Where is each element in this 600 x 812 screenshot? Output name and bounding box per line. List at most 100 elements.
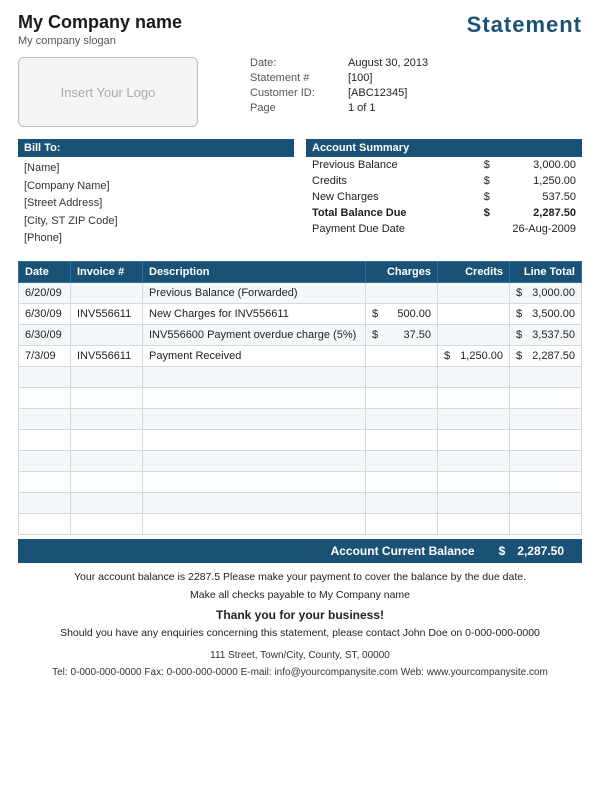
table-cell — [438, 492, 510, 513]
table-cell: $2,287.50 — [510, 345, 582, 366]
statement-title: Statement — [467, 12, 582, 38]
footer-balance-dollar: $ — [499, 544, 506, 558]
table-cell — [366, 513, 438, 534]
table-cell: 6/20/09 — [19, 282, 71, 303]
table-cell — [438, 303, 510, 324]
table-row — [19, 366, 582, 387]
summary-prev-label: Previous Balance — [306, 157, 467, 173]
table-cell: 6/30/09 — [19, 303, 71, 324]
account-summary-section: Account Summary Previous Balance $ 3,000… — [306, 139, 582, 251]
table-cell — [366, 282, 438, 303]
page-value: 1 of 1 — [348, 102, 376, 114]
table-cell: INV556600 Payment overdue charge (5%) — [143, 324, 366, 345]
summary-total-amount: 2,287.50 — [496, 205, 582, 221]
page-label: Page — [250, 102, 340, 114]
table-cell — [19, 513, 71, 534]
table-cell — [366, 408, 438, 429]
col-date: Date — [19, 261, 71, 282]
company-slogan: My company slogan — [18, 35, 182, 47]
col-charges: Charges — [366, 261, 438, 282]
summary-row-total: Total Balance Due $ 2,287.50 — [306, 205, 582, 221]
table-cell — [71, 471, 143, 492]
table-cell — [510, 471, 582, 492]
summary-prev-dollar: $ — [467, 157, 495, 173]
table-cell — [143, 513, 366, 534]
summary-row-prev-balance: Previous Balance $ 3,000.00 — [306, 157, 582, 173]
table-row — [19, 408, 582, 429]
table-cell — [143, 471, 366, 492]
table-cell — [366, 471, 438, 492]
summary-credits-label: Credits — [306, 173, 467, 189]
table-cell — [71, 282, 143, 303]
footer-balance-amount: 2,287.50 — [517, 544, 564, 558]
summary-due-date-value: 26-Aug-2009 — [467, 221, 582, 237]
col-credits: Credits — [438, 261, 510, 282]
account-summary-table: Previous Balance $ 3,000.00 Credits $ 1,… — [306, 157, 582, 237]
summary-new-charges-dollar: $ — [467, 189, 495, 205]
statement-number-value: [100] — [348, 72, 372, 84]
table-cell: New Charges for INV556611 — [143, 303, 366, 324]
table-row: 6/30/09INV556611New Charges for INV55661… — [19, 303, 582, 324]
table-cell: $37.50 — [366, 324, 438, 345]
table-cell — [143, 366, 366, 387]
table-row — [19, 513, 582, 534]
company-name: My Company name — [18, 12, 182, 33]
summary-new-charges-label: New Charges — [306, 189, 467, 205]
table-cell — [19, 387, 71, 408]
table-row: 6/30/09 INV556600 Payment overdue charge … — [19, 324, 582, 345]
table-cell — [19, 471, 71, 492]
bill-to-phone: [Phone] — [24, 230, 288, 248]
table-cell — [19, 408, 71, 429]
date-value: August 30, 2013 — [348, 57, 428, 69]
table-cell — [510, 492, 582, 513]
footer-message2: Make all checks payable to My Company na… — [18, 587, 582, 605]
table-cell: $3,537.50 — [510, 324, 582, 345]
summary-prev-amount: 3,000.00 — [496, 157, 582, 173]
footer-enquiries: Should you have any enquiries concerning… — [18, 625, 582, 643]
table-cell — [366, 492, 438, 513]
table-cell: INV556611 — [71, 303, 143, 324]
table-cell: INV556611 — [71, 345, 143, 366]
table-cell: Previous Balance (Forwarded) — [143, 282, 366, 303]
table-cell — [143, 408, 366, 429]
table-cell: $3,000.00 — [510, 282, 582, 303]
summary-row-due-date: Payment Due Date 26-Aug-2009 — [306, 221, 582, 237]
footer-contact-details: Tel: 0-000-000-0000 Fax: 0-000-000-0000 … — [18, 664, 582, 681]
table-cell — [143, 429, 366, 450]
table-cell — [438, 513, 510, 534]
table-cell — [438, 429, 510, 450]
summary-credits-dollar: $ — [467, 173, 495, 189]
table-cell — [510, 408, 582, 429]
table-row: 7/3/09INV556611Payment Received$1,250.00… — [19, 345, 582, 366]
table-cell — [438, 366, 510, 387]
invoice-table: Date Invoice # Description Charges Credi… — [18, 261, 582, 535]
bill-to-address: [Street Address] — [24, 195, 288, 213]
table-cell — [366, 366, 438, 387]
col-line-total: Line Total — [510, 261, 582, 282]
table-cell — [143, 492, 366, 513]
table-cell: 6/30/09 — [19, 324, 71, 345]
table-cell — [438, 471, 510, 492]
table-cell: $1,250.00 — [438, 345, 510, 366]
table-cell — [19, 492, 71, 513]
footer-contact: 111 Street, Town/City, County, ST, 00000… — [0, 645, 600, 683]
summary-new-charges-amount: 537.50 — [496, 189, 582, 205]
table-row — [19, 429, 582, 450]
table-cell — [510, 366, 582, 387]
summary-row-new-charges: New Charges $ 537.50 — [306, 189, 582, 205]
summary-row-credits: Credits $ 1,250.00 — [306, 173, 582, 189]
footer-message1: Your account balance is 2287.5 Please ma… — [18, 569, 582, 587]
table-cell — [510, 513, 582, 534]
table-cell — [438, 387, 510, 408]
bill-to-content: [Name] [Company Name] [Street Address] [… — [18, 157, 294, 251]
table-cell — [510, 429, 582, 450]
date-label: Date: — [250, 57, 340, 69]
table-cell — [19, 366, 71, 387]
table-cell: $3,500.00 — [510, 303, 582, 324]
table-cell — [438, 282, 510, 303]
table-cell — [143, 450, 366, 471]
footer-balance-bar: Account Current Balance $ 2,287.50 — [18, 539, 582, 563]
table-cell — [366, 345, 438, 366]
table-cell — [366, 450, 438, 471]
footer-balance-label: Account Current Balance — [331, 544, 475, 558]
